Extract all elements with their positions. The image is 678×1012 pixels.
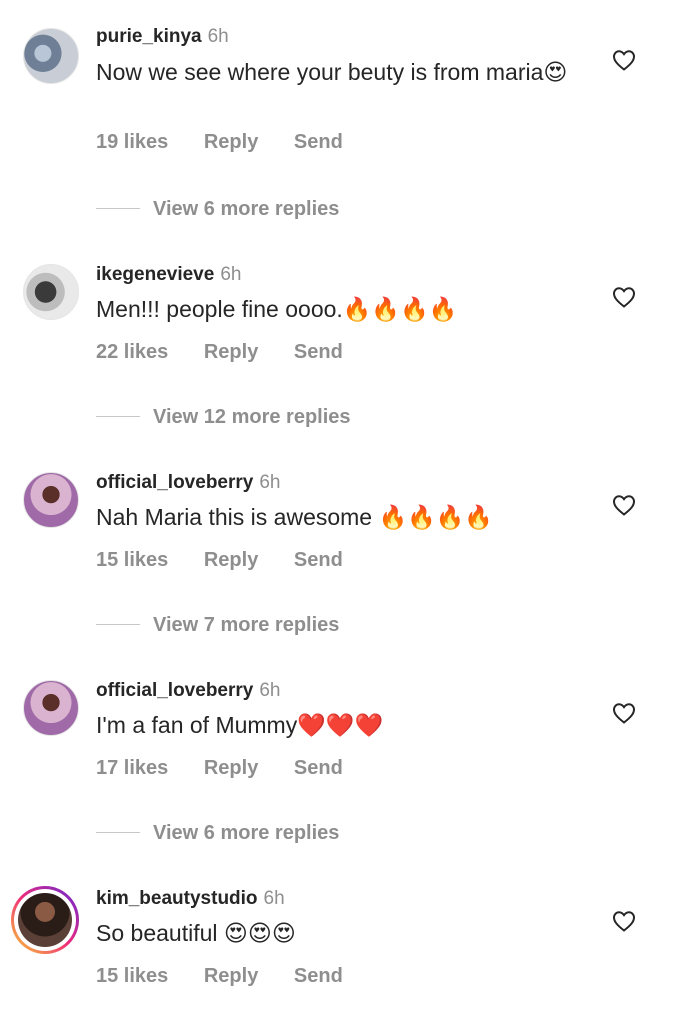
view-more-replies[interactable]: View 12 more replies xyxy=(96,406,351,429)
send-button[interactable]: Send xyxy=(294,549,343,572)
heart-outline-icon[interactable] xyxy=(612,702,636,724)
avatar[interactable] xyxy=(11,886,79,954)
view-more-replies[interactable]: View 6 more replies xyxy=(96,822,339,845)
likes-count[interactable]: 15 likes xyxy=(96,549,168,572)
heart-outline-icon[interactable] xyxy=(612,910,636,932)
comment-time: 6h xyxy=(259,472,281,493)
comment: official_loveberry 6h Nah Maria this is a… xyxy=(0,446,678,596)
comment-username[interactable]: official_loveberry 6h xyxy=(96,472,280,494)
comment-username[interactable]: official_loveberry 6h xyxy=(96,680,280,702)
comment-text: I'm a fan of Mummy❤️❤️❤️ xyxy=(96,712,384,738)
comment-text: So beautiful 😍😍😍 xyxy=(96,920,296,946)
likes-count[interactable]: 22 likes xyxy=(96,341,168,364)
reply-button[interactable]: Reply xyxy=(204,757,258,780)
send-button[interactable]: Send xyxy=(294,965,343,988)
comment-text: Nah Maria this is awesome 🔥🔥🔥🔥 xyxy=(96,504,494,530)
avatar[interactable] xyxy=(23,680,79,736)
comment-time: 6h xyxy=(220,264,242,285)
likes-count[interactable]: 15 likes xyxy=(96,965,168,988)
comment-username[interactable]: kim_beautystudio 6h xyxy=(96,888,285,910)
comment-time: 6h xyxy=(263,888,285,909)
reply-button[interactable]: Reply xyxy=(204,549,258,572)
avatar-image xyxy=(18,893,72,947)
reply-button[interactable]: Reply xyxy=(204,965,258,988)
view-more-replies[interactable]: View 7 more replies xyxy=(96,614,339,637)
comment-time: 6h xyxy=(259,680,281,701)
send-button[interactable]: Send xyxy=(294,131,343,154)
avatar[interactable] xyxy=(23,472,79,528)
likes-count[interactable]: 19 likes xyxy=(96,131,168,154)
comment: official_loveberry 6h I'm a fan of Mummy❤… xyxy=(0,654,678,804)
avatar[interactable] xyxy=(23,28,79,84)
comment-username[interactable]: purie_kinya 6h xyxy=(96,26,229,48)
comment: kim_beautystudio 6h So beautiful 😍😍😍 15 l… xyxy=(0,862,678,1012)
avatar[interactable] xyxy=(23,264,79,320)
send-button[interactable]: Send xyxy=(294,757,343,780)
divider xyxy=(96,624,140,626)
comment: purie_kinya 6h Now we see where your beut… xyxy=(0,0,678,153)
comment-text: Men!!! people fine oooo.🔥🔥🔥🔥 xyxy=(96,296,458,322)
comment: ikegenevieve 6h Men!!! people fine oooo.🔥… xyxy=(0,238,678,388)
view-more-replies[interactable]: View 6 more replies xyxy=(96,198,339,221)
heart-outline-icon[interactable] xyxy=(612,494,636,516)
heart-outline-icon[interactable] xyxy=(612,49,636,71)
heart-outline-icon[interactable] xyxy=(612,286,636,308)
divider xyxy=(96,832,140,834)
comment-username[interactable]: ikegenevieve 6h xyxy=(96,264,241,286)
reply-button[interactable]: Reply xyxy=(204,341,258,364)
divider xyxy=(96,208,140,210)
comment-text: Now we see where your beuty is from mari… xyxy=(96,59,568,85)
reply-button[interactable]: Reply xyxy=(204,131,258,154)
divider xyxy=(96,416,140,418)
likes-count[interactable]: 17 likes xyxy=(96,757,168,780)
comment-time: 6h xyxy=(207,26,229,47)
send-button[interactable]: Send xyxy=(294,341,343,364)
